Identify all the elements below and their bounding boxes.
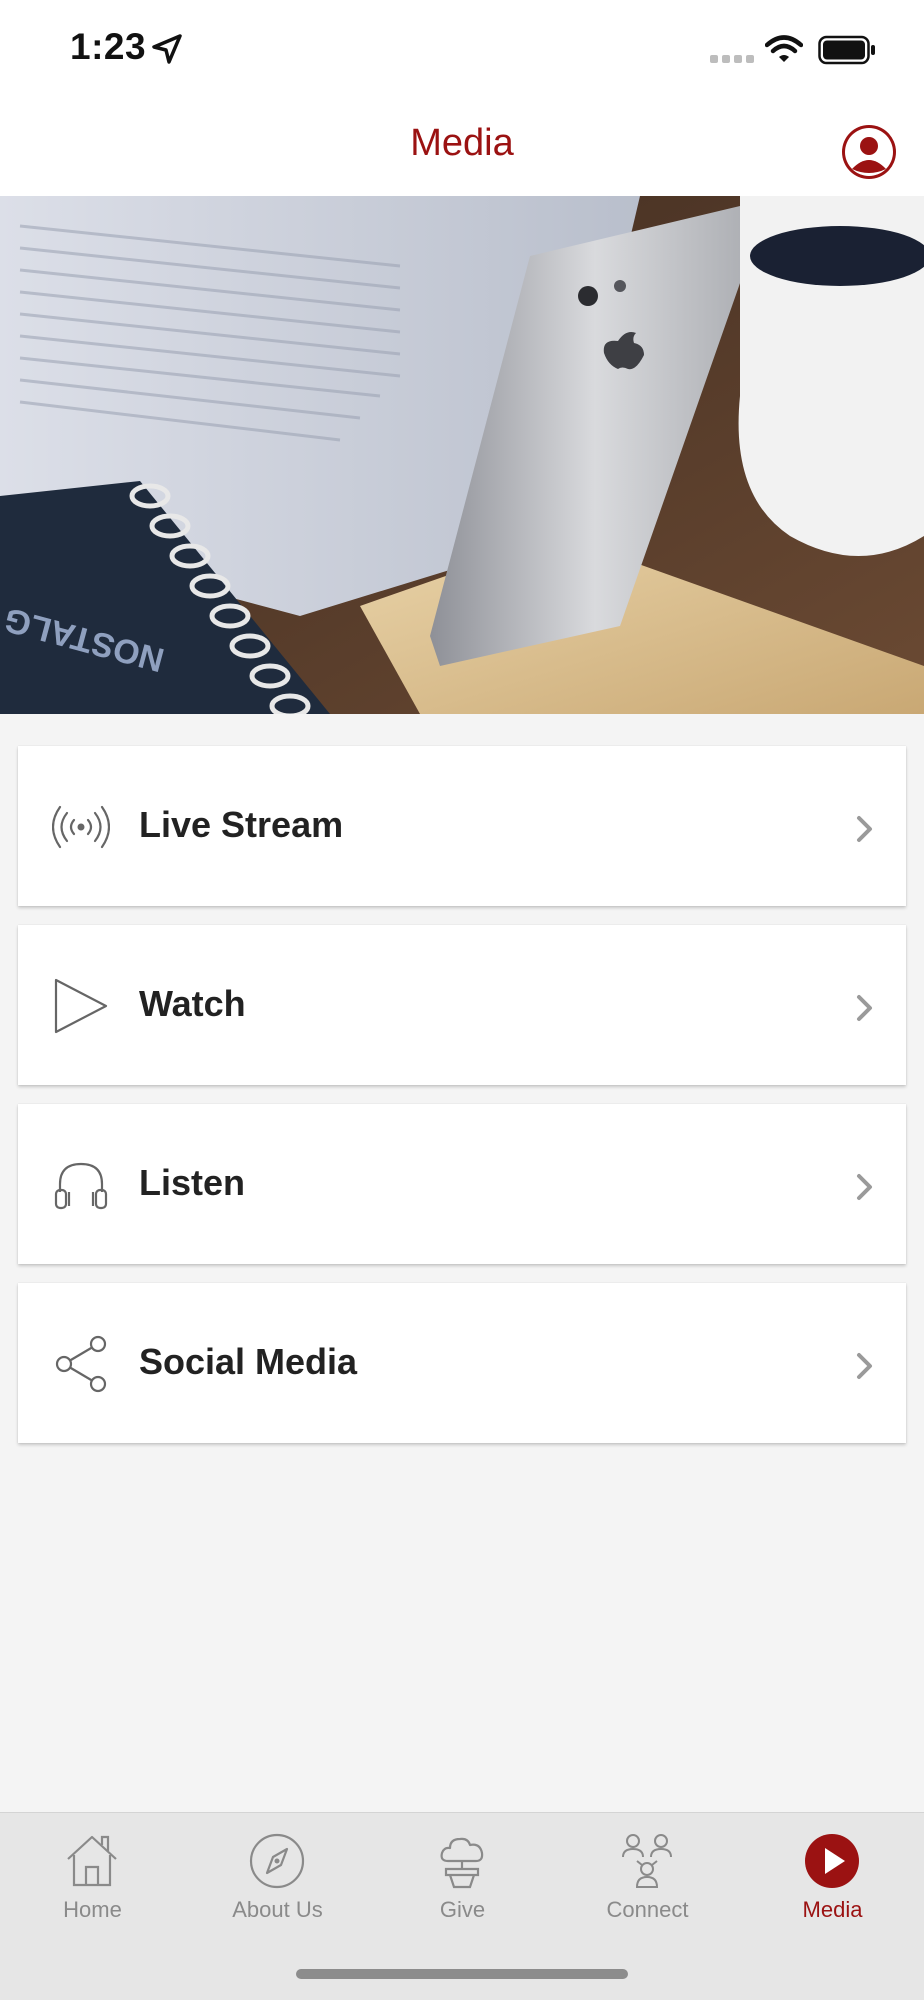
broadcast-icon — [52, 805, 110, 849]
status-time: 1:23 — [70, 26, 147, 67]
signal-icon — [710, 55, 754, 63]
chevron-right-icon — [857, 1174, 872, 1200]
tab-home[interactable]: Home — [0, 1813, 185, 1933]
page-title: Media — [410, 122, 514, 164]
home-indicator — [296, 1969, 628, 1979]
menu-item-listen[interactable]: Listen — [18, 1104, 906, 1264]
location-arrow-icon — [152, 34, 182, 64]
chevron-right-icon — [857, 816, 872, 842]
menu-item-watch[interactable]: Watch — [18, 925, 906, 1085]
people-icon — [622, 1834, 672, 1888]
tab-media[interactable]: Media — [740, 1813, 924, 1933]
tab-label: About Us — [232, 1897, 323, 1922]
give-icon — [440, 1837, 484, 1889]
menu-item-live-stream[interactable]: Live Stream — [18, 746, 906, 906]
compass-icon — [249, 1833, 305, 1889]
menu-item-label: Listen — [139, 1162, 246, 1203]
chevron-right-icon — [857, 995, 872, 1021]
menu-item-label: Social Media — [139, 1341, 358, 1382]
tab-label: Home — [63, 1897, 122, 1922]
wifi-icon — [765, 35, 803, 62]
tab-give[interactable]: Give — [370, 1813, 555, 1933]
profile-button[interactable] — [842, 125, 896, 179]
hero-image: NOSTALG UP IN H — [0, 196, 924, 714]
tab-label: Connect — [606, 1897, 689, 1922]
tab-about-us[interactable]: About Us — [185, 1813, 370, 1933]
tab-connect[interactable]: Connect — [555, 1813, 740, 1933]
desk-photo: NOSTALG UP IN H — [0, 196, 924, 714]
user-icon — [845, 128, 893, 176]
menu-item-social-media[interactable]: Social Media — [18, 1283, 906, 1443]
navigation-bar: Media — [0, 100, 924, 196]
status-bar: 1:23 — [0, 0, 924, 100]
tab-label: Media — [802, 1897, 863, 1922]
media-menu-list: Live Stream Watch Listen Social Media — [18, 746, 906, 1462]
play-circle-icon — [805, 1834, 859, 1888]
menu-item-label: Live Stream — [139, 804, 344, 845]
menu-item-label: Watch — [139, 983, 246, 1024]
battery-icon — [818, 35, 875, 65]
play-icon — [54, 978, 108, 1034]
home-icon — [67, 1835, 117, 1887]
tab-label: Give — [439, 1897, 486, 1922]
headphones-icon — [54, 1162, 108, 1210]
share-icon — [55, 1335, 107, 1393]
chevron-right-icon — [857, 1353, 872, 1379]
